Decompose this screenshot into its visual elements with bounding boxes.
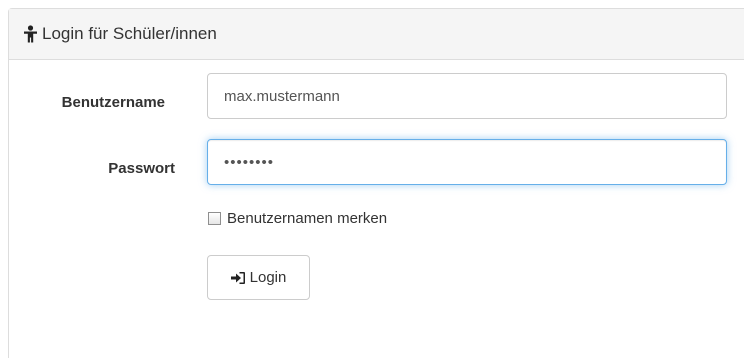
- username-label: Benutzername: [61, 94, 165, 111]
- sign-in-icon: [230, 271, 246, 285]
- person-icon: [23, 25, 38, 43]
- password-label: Passwort: [108, 160, 175, 177]
- remember-username-label: Benutzernamen merken: [227, 210, 388, 227]
- username-input[interactable]: [207, 73, 727, 119]
- panel-heading: Login für Schüler/innen: [9, 9, 744, 60]
- login-button-label: Login: [249, 269, 287, 286]
- panel-title: Login für Schüler/innen: [42, 24, 217, 43]
- remember-username-checkbox[interactable]: [208, 212, 221, 225]
- remember-username-row[interactable]: Benutzernamen merken: [208, 210, 387, 227]
- login-button[interactable]: Login: [207, 255, 310, 300]
- password-input[interactable]: [207, 139, 727, 185]
